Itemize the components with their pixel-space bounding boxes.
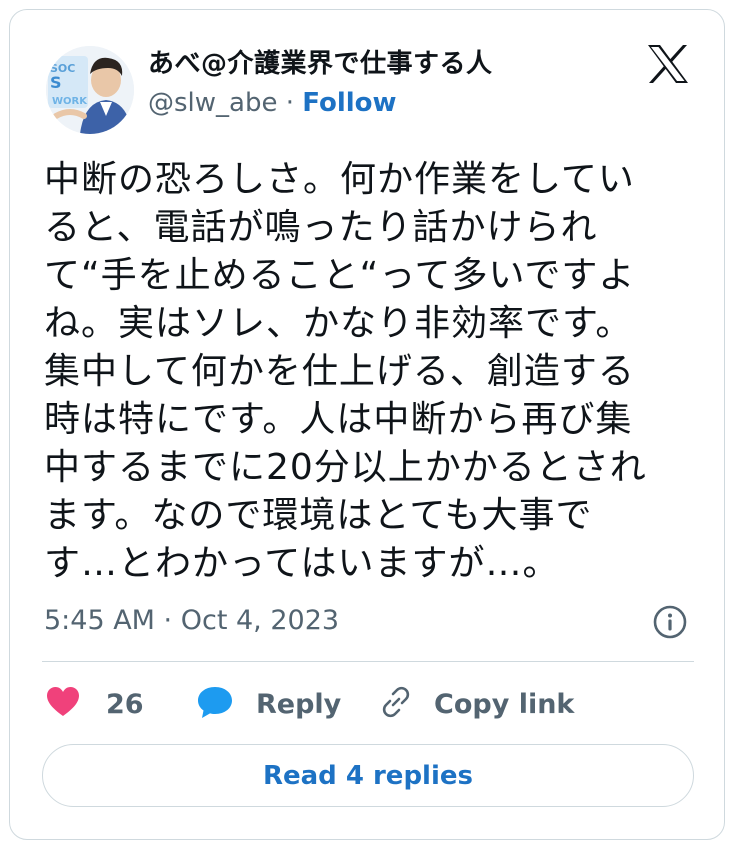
tweet-timestamp[interactable]: 5:45 AM · Oct 4, 2023 [44, 605, 339, 636]
tweet-text-line: て“手を止めること“って多いですよ [44, 255, 636, 296]
follow-button[interactable]: Follow [302, 88, 396, 118]
info-icon[interactable] [652, 604, 688, 640]
tweet-text-line: ね。実はソレ、かなり非効率です。 [44, 303, 633, 344]
tweet-text-line: す…とわかってはいますが…。 [44, 543, 560, 584]
svg-text:S: S [50, 73, 62, 92]
divider [42, 661, 694, 662]
heart-icon [46, 686, 80, 722]
reply-label: Reply [256, 688, 342, 720]
copy-link-button[interactable]: Copy link [378, 684, 574, 724]
reply-button[interactable]: Reply [196, 684, 341, 724]
tweet-text-line: 中断の恐ろしさ。何か作業をしてい [44, 159, 635, 200]
svg-text:WORK: WORK [52, 96, 88, 107]
tweet-text-line: 中するまでに20分以上かかるとされ [44, 447, 647, 488]
avatar[interactable]: SOC S WORK [46, 46, 134, 134]
tweet-text: 中断の恐ろしさ。何か作業をしてい ると、電話が鳴ったり話かけられ て“手を止める… [44, 156, 696, 588]
tweet-text-line: 時は特にです。人は中断から再び集 [44, 399, 633, 440]
handle-separator: · [285, 88, 294, 118]
tweet-text-line: 集中して何かを仕上げる、創造する [44, 351, 635, 392]
link-icon [378, 684, 414, 724]
like-button[interactable]: 26 [46, 684, 144, 724]
x-logo-icon[interactable] [646, 44, 690, 84]
user-handle[interactable]: @slw_abe [148, 88, 277, 118]
display-name[interactable]: あべ@介護業界で仕事する人 [148, 43, 493, 80]
read-replies-button[interactable]: Read 4 replies [42, 744, 694, 807]
tweet-text-line: ます。なので環境はとても大事で [44, 495, 593, 536]
tweet-text-line: ると、電話が鳴ったり話かけられ [44, 207, 598, 248]
copy-link-label: Copy link [434, 688, 575, 720]
speech-bubble-icon [196, 685, 234, 723]
handle-row: @slw_abe · Follow [148, 88, 397, 118]
like-count: 26 [106, 688, 144, 720]
avatar-image: SOC S WORK [46, 46, 134, 134]
